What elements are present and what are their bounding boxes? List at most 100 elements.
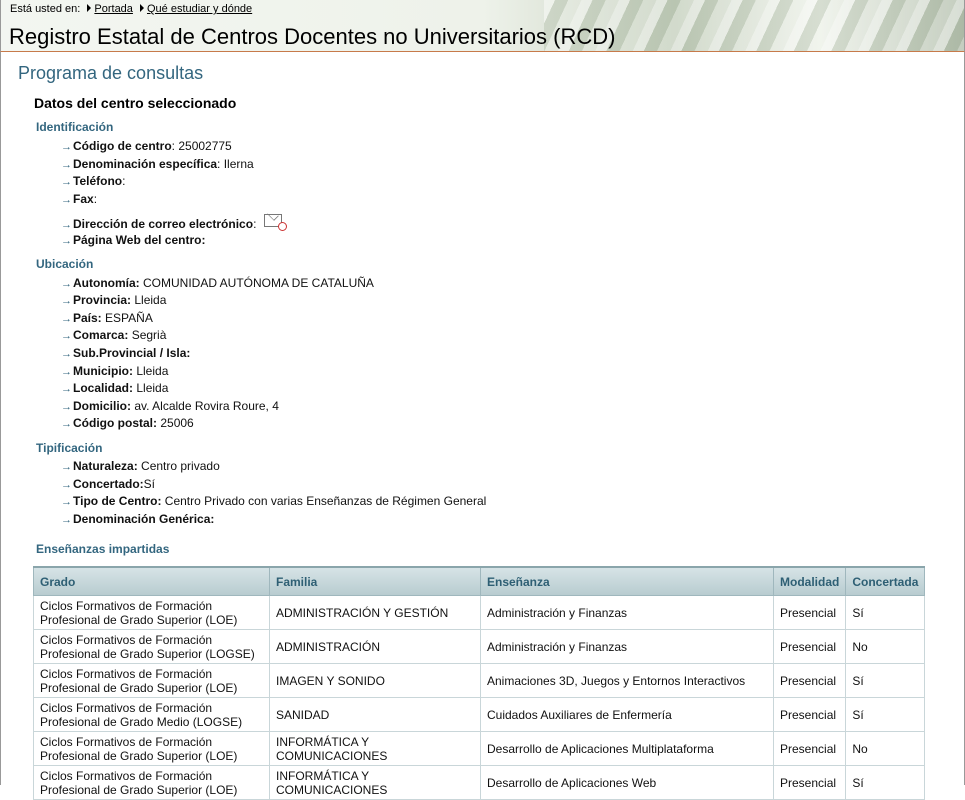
field-denominacion: →Denominación específica: Ilerna: [61, 157, 254, 171]
field-label: Autonomía:: [73, 276, 140, 290]
cell-modalidad: Presencial: [772, 629, 847, 664]
cell-concertada: Sí: [845, 595, 926, 630]
field-value: ESPAÑA: [105, 311, 153, 325]
table-row: Ciclos Formativos de Formación Profesion…: [33, 663, 926, 698]
cell-modalidad: Presencial: [772, 663, 847, 698]
cell-familia: INFORMÁTICA Y COMUNICACIONES: [269, 765, 481, 800]
arrow-icon: →: [61, 418, 72, 430]
cell-grado: Ciclos Formativos de Formación Profesion…: [33, 731, 270, 766]
field-correo: →Dirección de correo electrónico:: [61, 214, 288, 231]
field-value: Segrià: [131, 328, 167, 342]
breadcrumb: Está usted en: Portada Qué estudiar y dó…: [10, 3, 252, 15]
field-label: País:: [73, 311, 102, 325]
field-label: Tipo de Centro:: [73, 494, 162, 508]
field-codigo: →Código de centro: 25002775: [61, 139, 232, 153]
field-denominacion-generica: →Denominación Genérica:: [61, 512, 214, 526]
page-title: Programa de consultas: [18, 63, 204, 83]
arrow-icon: →: [61, 479, 72, 491]
cell-modalidad: Presencial: [772, 595, 847, 630]
breadcrumb-arrow-icon: [139, 4, 144, 12]
site-banner: Está usted en: Portada Qué estudiar y dó…: [0, 0, 965, 52]
cell-familia: IMAGEN Y SONIDO: [269, 663, 481, 698]
field-value: Lleida: [134, 293, 167, 307]
field-label: Código postal:: [73, 416, 157, 430]
arrow-icon: →: [61, 496, 72, 508]
field-label: Denominación específica: [73, 157, 218, 171]
field-autonomia: →Autonomía: COMUNIDAD AUTÓNOMA DE CATALU…: [61, 276, 374, 290]
cell-concertada: No: [845, 629, 926, 664]
cell-grado: Ciclos Formativos de Formación Profesion…: [33, 663, 270, 698]
arrow-icon: →: [61, 235, 72, 247]
field-value: COMUNIDAD AUTÓNOMA DE CATALUÑA: [143, 276, 374, 290]
field-label: Domicilio:: [73, 399, 132, 413]
field-value: av. Alcalde Rovira Roure, 4: [134, 399, 279, 413]
section-title: Datos del centro seleccionado: [34, 95, 237, 111]
cell-familia: INFORMÁTICA Y COMUNICACIONES: [269, 731, 481, 766]
cell-ensenanza: Animaciones 3D, Juegos y Entornos Intera…: [480, 663, 774, 698]
field-label: Localidad:: [73, 381, 134, 395]
cell-grado: Ciclos Formativos de Formación Profesion…: [33, 765, 270, 800]
cell-modalidad: Presencial: [772, 697, 847, 732]
arrow-icon: →: [61, 159, 72, 171]
arrow-icon: →: [61, 514, 72, 526]
field-domicilio: →Domicilio: av. Alcalde Rovira Roure, 4: [61, 399, 279, 413]
cell-familia: ADMINISTRACIÓN Y GESTIÓN: [269, 595, 481, 630]
breadcrumb-link-portada[interactable]: Portada: [94, 3, 133, 15]
cell-modalidad: Presencial: [772, 765, 847, 800]
column-header-familia: Familia: [269, 566, 481, 596]
field-value: 25006: [160, 416, 194, 430]
field-naturaleza: →Naturaleza: Centro privado: [61, 459, 220, 473]
cell-concertada: Sí: [845, 663, 926, 698]
arrow-icon: →: [61, 194, 72, 206]
breadcrumb-arrow-icon: [87, 4, 92, 12]
field-label: Fax: [73, 192, 94, 206]
field-value: Centro privado: [141, 459, 220, 473]
field-label: Teléfono: [73, 174, 123, 188]
field-value: :: [122, 174, 126, 188]
field-label: Página Web del centro:: [73, 233, 206, 247]
field-localidad: →Localidad: Lleida: [61, 381, 168, 395]
field-label: Municipio:: [73, 364, 133, 378]
cell-ensenanza: Desarrollo de Aplicaciones Multiplatafor…: [480, 731, 774, 766]
mail-icon[interactable]: [264, 214, 288, 231]
column-header-ensenanza: Enseñanza: [480, 566, 774, 596]
field-label: Sub.Provincial / Isla:: [73, 346, 191, 360]
arrow-icon: →: [61, 461, 72, 473]
arrow-icon: →: [61, 401, 72, 413]
field-pais: →País: ESPAÑA: [61, 311, 153, 325]
cell-ensenanza: Administración y Finanzas: [480, 595, 774, 630]
arrow-icon: →: [61, 348, 72, 360]
field-value: Centro Privado con varias Enseñanzas de …: [164, 494, 487, 508]
cell-grado: Ciclos Formativos de Formación Profesion…: [33, 697, 270, 732]
table-row: Ciclos Formativos de Formación Profesion…: [33, 697, 926, 732]
field-label: Naturaleza:: [73, 459, 138, 473]
field-codigo-postal: →Código postal: 25006: [61, 416, 194, 430]
field-concertado: →Concertado:Sí: [61, 477, 155, 491]
field-value: :: [253, 217, 257, 231]
column-header-modalidad: Modalidad: [772, 566, 847, 596]
ubicacion-heading: Ubicación: [36, 257, 94, 271]
site-title: Registro Estatal de Centros Docentes no …: [9, 24, 616, 49]
arrow-icon: →: [61, 141, 72, 153]
field-label: Comarca:: [73, 328, 129, 342]
table-row: Ciclos Formativos de Formación Profesion…: [33, 595, 926, 630]
field-value: : 25002775: [171, 139, 232, 153]
arrow-icon: →: [61, 313, 72, 325]
field-value: Lleida: [136, 381, 169, 395]
table-row: Ciclos Formativos de Formación Profesion…: [33, 629, 926, 664]
breadcrumb-link-que-estudiar[interactable]: Qué estudiar y dónde: [147, 3, 252, 15]
field-label: Denominación Genérica:: [73, 512, 215, 526]
column-header-concertada: Concertada: [845, 566, 926, 596]
cell-concertada: Sí: [845, 697, 926, 732]
column-header-grado: Grado: [33, 566, 270, 596]
arrow-icon: →: [61, 295, 72, 307]
ensenanzas-table: Grado Familia Enseñanza Modalidad Concer…: [33, 566, 926, 800]
field-label: Concertado:: [73, 477, 144, 491]
arrow-icon: →: [61, 278, 72, 290]
field-municipio: →Municipio: Lleida: [61, 364, 168, 378]
cell-grado: Ciclos Formativos de Formación Profesion…: [33, 595, 270, 630]
cell-familia: ADMINISTRACIÓN: [269, 629, 481, 664]
field-value: :: [93, 192, 98, 206]
arrow-icon: →: [61, 383, 72, 395]
table-row: Ciclos Formativos de Formación Profesion…: [33, 765, 926, 800]
